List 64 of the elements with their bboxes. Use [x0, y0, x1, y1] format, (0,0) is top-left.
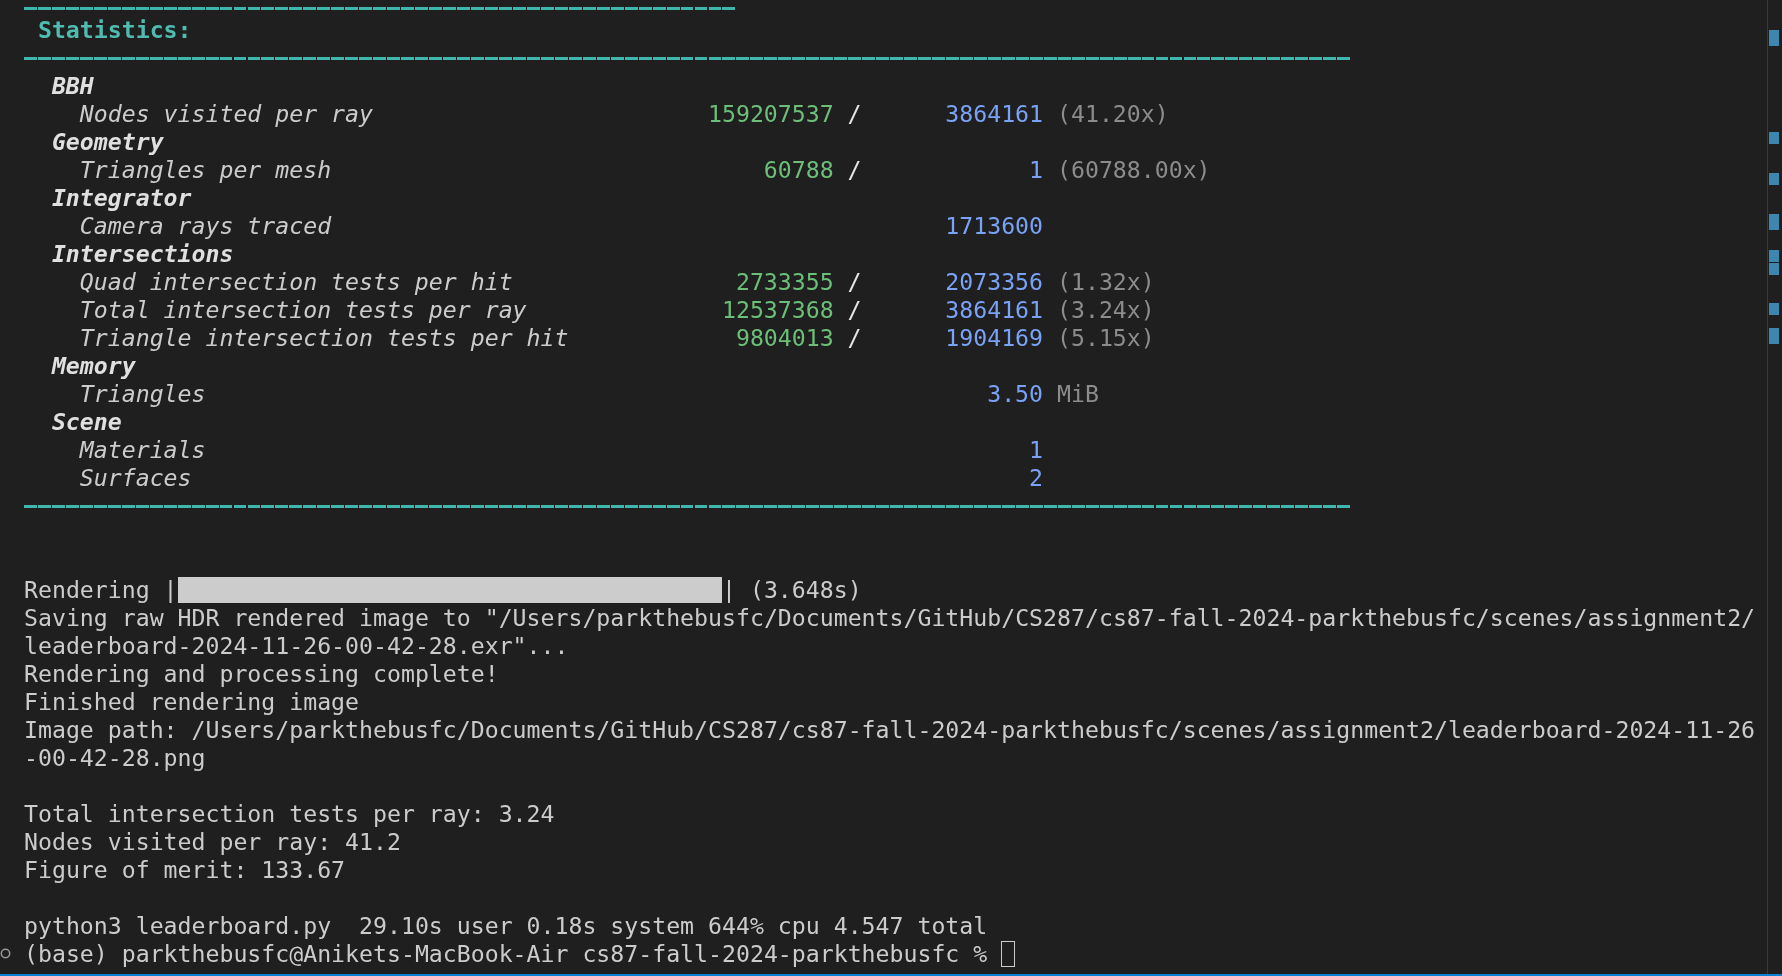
- stat-value: 3864161: [945, 100, 1044, 127]
- prompt-text: (base) parkthebusfc@Anikets-MacBook-Air cs87-fall-2024-parkthebusfc %: [24, 940, 988, 968]
- category-heading: BBH: [51, 72, 94, 100]
- output-line: Figure of merit: 133.67: [24, 856, 346, 883]
- progress-label: Rendering: [24, 576, 150, 604]
- stat-value: 2073356: [945, 268, 1044, 295]
- stat-value: 3864161: [945, 296, 1044, 323]
- category-heading: Integrator: [51, 184, 192, 212]
- output-line: python3 leaderboard.py 29.10s user 0.18s system 644% cpu 4.547 total: [24, 912, 988, 939]
- category-heading: Memory: [51, 352, 136, 380]
- stat-label: Quad intersection tests per hit: [79, 268, 513, 296]
- stat-ratio: (60788.00x): [1057, 156, 1211, 184]
- overview-ruler-mark: [1769, 30, 1779, 46]
- output-line: Rendering and processing complete!: [24, 660, 499, 687]
- output-line: Saving raw HDR rendered image to "/Users/parkthebusfc/Documents/GitHub/CS287/cs87-fall-2024-parkthebusfc/scenes/assignment2/leaderboard-2024-11-26-00-42-28.exr"...: [24, 604, 1756, 659]
- stat-ratio: (5.15x): [1057, 324, 1155, 352]
- stat-value: 1713600: [945, 212, 1044, 239]
- stat-label: Triangles per mesh: [79, 156, 332, 184]
- stat-separator: /: [847, 324, 862, 352]
- stat-value: 3.50: [987, 380, 1044, 407]
- output-line: Total intersection tests per ray: 3.24: [24, 800, 555, 827]
- stat-value: 9804013: [735, 324, 834, 351]
- output-line: Nodes visited per ray: 41.2: [24, 828, 401, 855]
- stat-value: 1: [1029, 436, 1044, 463]
- overview-ruler-mark: [1769, 328, 1779, 344]
- stat-separator: /: [847, 268, 862, 296]
- overview-ruler-mark: [1769, 250, 1779, 262]
- stat-value: 1: [1029, 156, 1044, 183]
- overview-ruler-mark: [1769, 263, 1779, 275]
- stat-value: 60788: [763, 156, 834, 183]
- overview-ruler-mark: [1769, 214, 1779, 230]
- stat-value: 159207537: [708, 100, 834, 127]
- prompt-marker-icon: [0, 948, 11, 959]
- stat-label: Triangles: [79, 380, 206, 408]
- stat-ratio: (1.32x): [1057, 268, 1155, 296]
- stat-separator: /: [847, 296, 862, 324]
- stat-ratio: (41.20x): [1057, 100, 1169, 128]
- category-heading: Geometry: [51, 128, 164, 156]
- category-heading: Intersections: [51, 240, 234, 268]
- stat-value: 2: [1029, 464, 1044, 491]
- stat-label: Triangle intersection tests per hit: [79, 324, 569, 352]
- output-line: Image path: /Users/parkthebusfc/Documents/GitHub/CS287/cs87-fall-2024-parkthebusfc/scenes/assignment2/leaderboard-2024-11-26-00-42-28.png: [24, 716, 1756, 771]
- output-line: Finished rendering image: [24, 688, 360, 715]
- elapsed-time: (3.648s): [749, 576, 862, 604]
- section-title: Statistics:: [37, 16, 192, 44]
- stat-separator: /: [847, 100, 862, 128]
- stat-label: Surfaces: [79, 464, 192, 492]
- progress-edge: |: [163, 576, 178, 604]
- stat-value: 12537368: [721, 296, 834, 323]
- stat-separator: /: [847, 156, 862, 184]
- overview-ruler-mark: [1769, 303, 1779, 315]
- unit-label: MiB: [1057, 380, 1099, 408]
- stat-value: 2733355: [735, 268, 834, 295]
- overview-ruler-mark: [1769, 132, 1779, 144]
- stat-label: Camera rays traced: [79, 212, 332, 240]
- stat-label: Total intersection tests per ray: [79, 296, 527, 324]
- stat-value: 1904169: [945, 324, 1044, 351]
- stat-ratio: (3.24x): [1057, 296, 1155, 324]
- overview-ruler-mark: [1769, 173, 1779, 185]
- stat-label: Nodes visited per ray: [79, 100, 373, 128]
- category-heading: Scene: [51, 408, 122, 436]
- text-cursor: [1001, 941, 1016, 967]
- stat-label: Materials: [79, 436, 206, 464]
- progress-edge: |: [722, 576, 736, 604]
